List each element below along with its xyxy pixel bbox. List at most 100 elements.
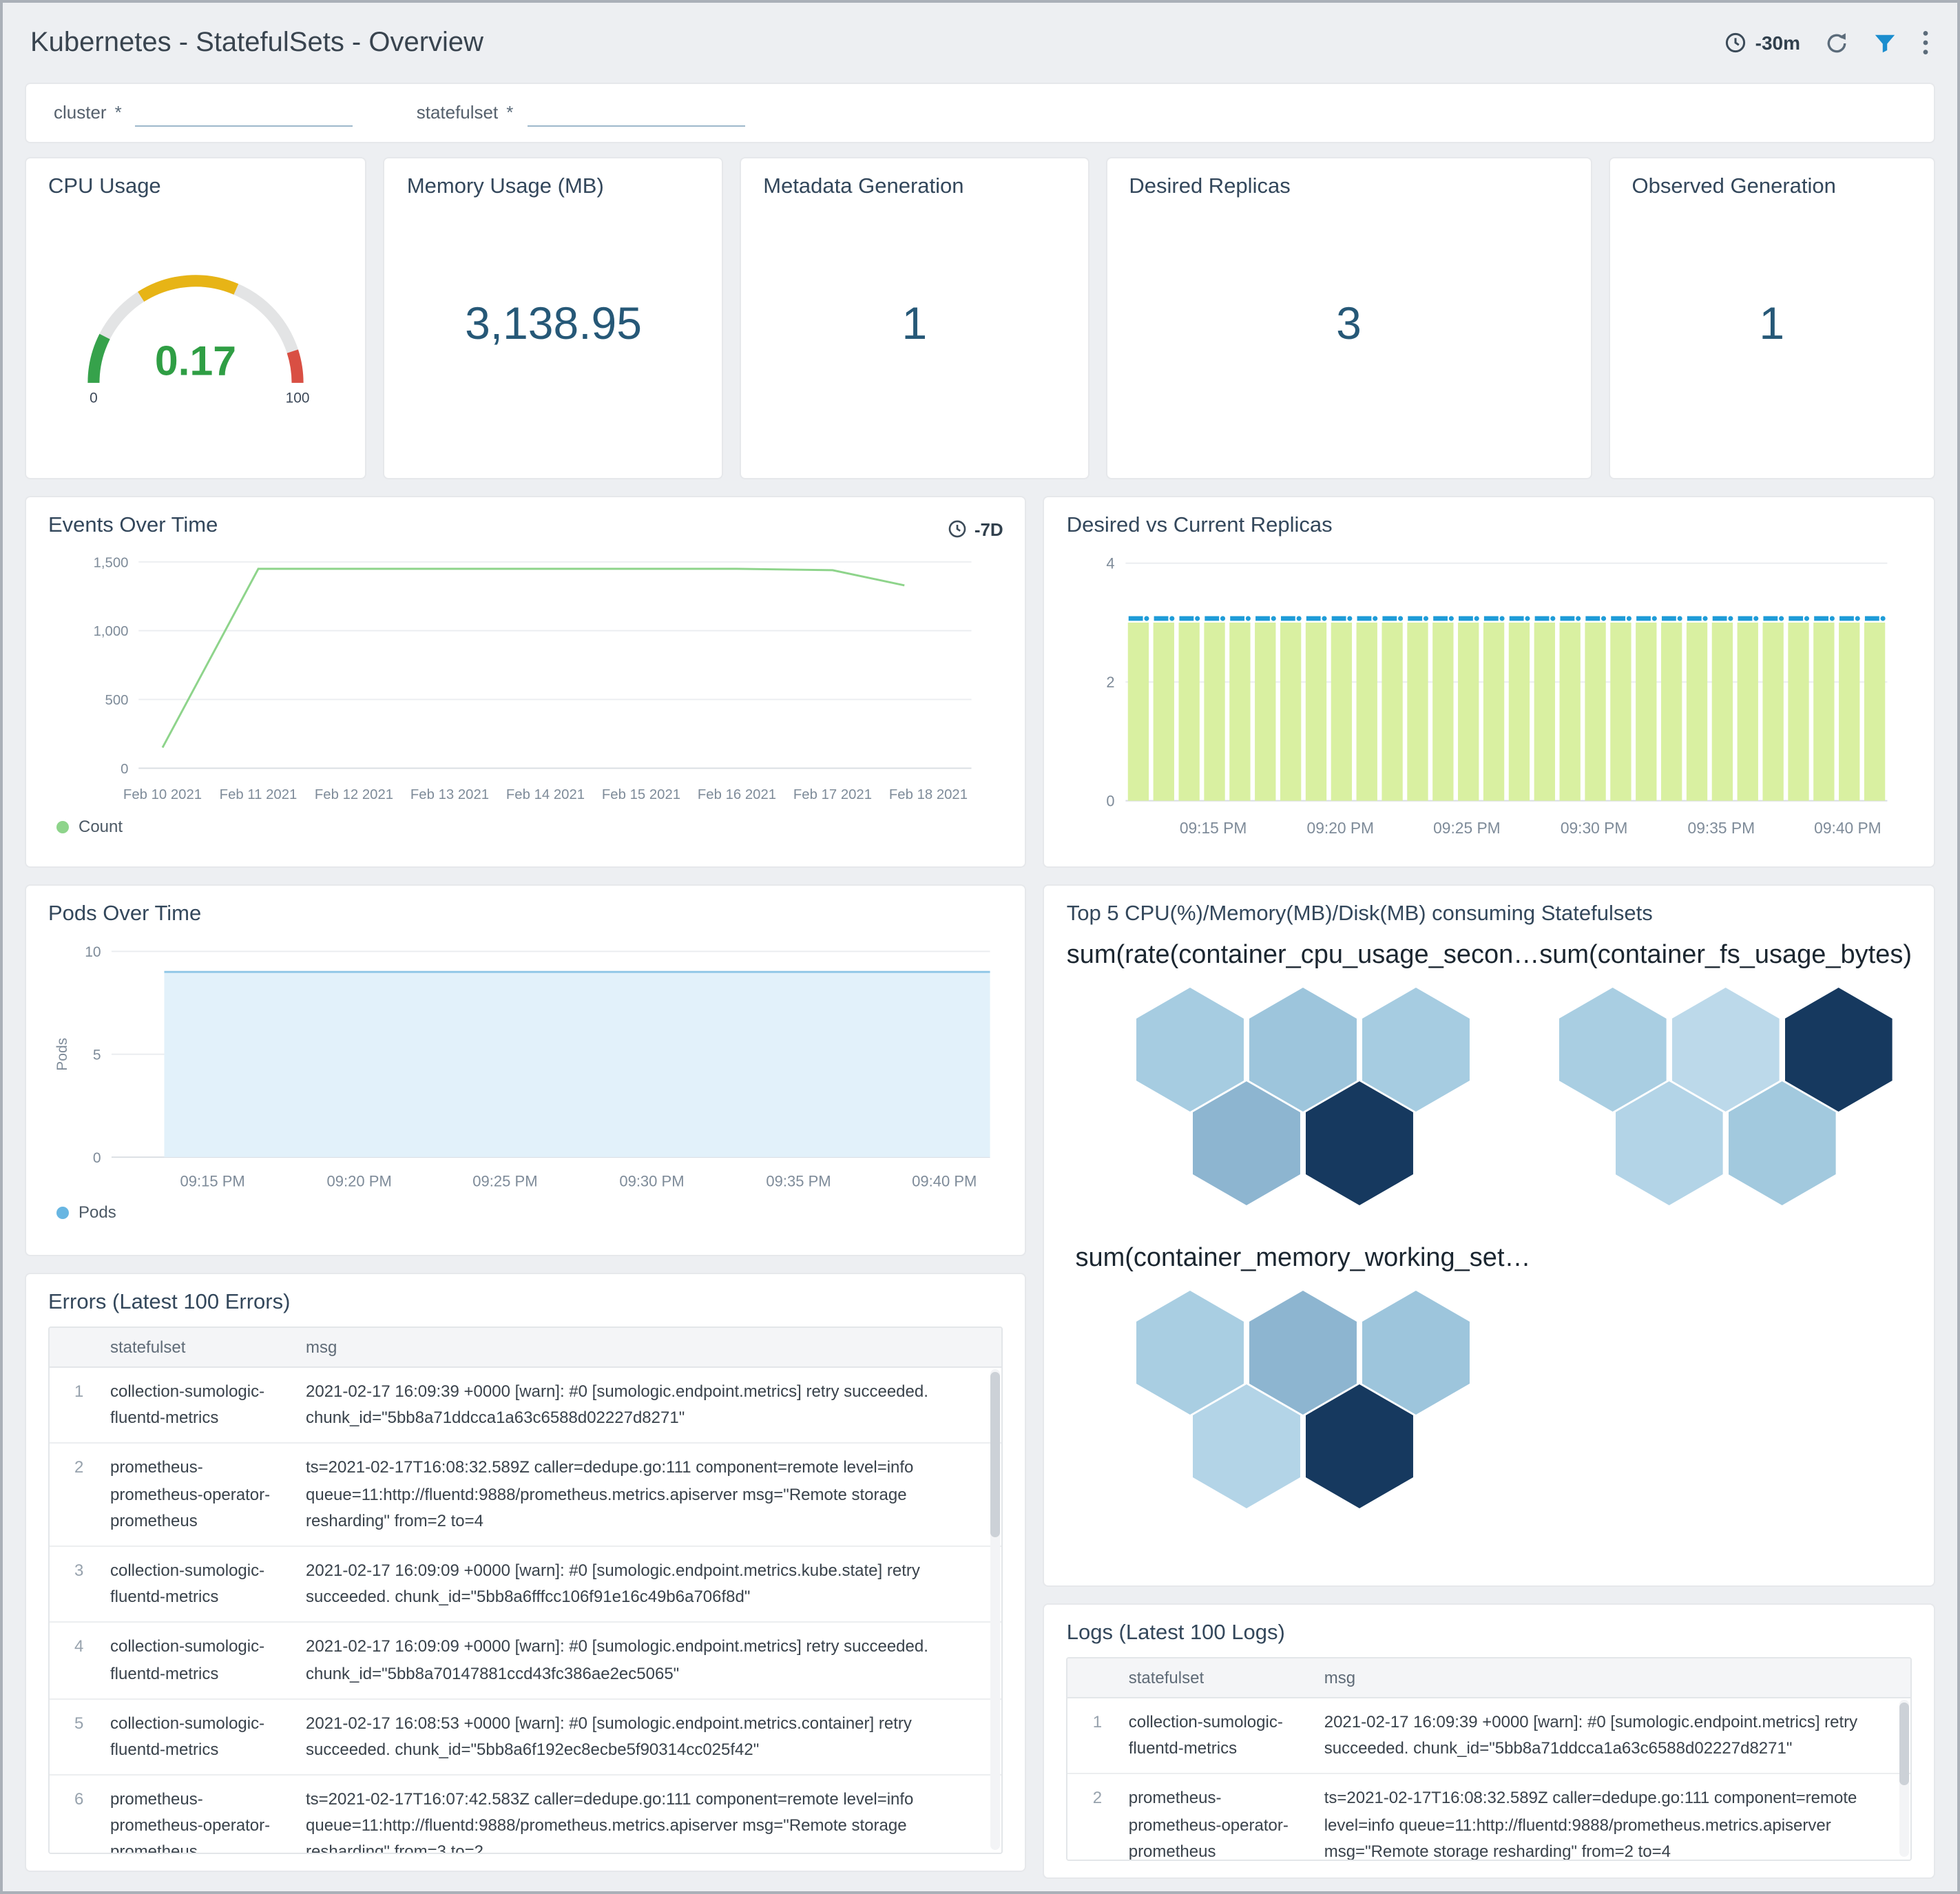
- msg-cell: 2021-02-17 16:09:09 +0000 [warn]: #0 [su…: [306, 1560, 920, 1607]
- row-number: 1: [74, 1382, 84, 1401]
- log-row[interactable]: 1 collection-sumologic-fluentd-metrics 202…: [1067, 1698, 1910, 1775]
- msg-cell: ts=2021-02-17T16:07:42.583Z caller=dedup…: [306, 1789, 914, 1854]
- row-number: 4: [74, 1636, 84, 1656]
- svg-text:09:20 PM: 09:20 PM: [1307, 819, 1375, 837]
- observed-generation-value: 1: [1759, 298, 1785, 348]
- memory-usage-value: 3,138.95: [465, 298, 642, 348]
- msg-cell: ts=2021-02-17T16:08:32.589Z caller=dedup…: [1324, 1788, 1857, 1861]
- pods-area-chart: 0 5 10 Pods 09:15 PM 09:20 PM 09:25 PM 09:30 PM…: [48, 933, 1003, 1200]
- error-row[interactable]: 4 collection-sumologic-fluentd-metrics 202…: [50, 1623, 1002, 1700]
- panel-top5-consuming-statefulsets[interactable]: Top 5 CPU(%)/Memory(MB)/Disk(MB) consumi…: [1043, 884, 1935, 1587]
- panel-title: Pods Over Time: [48, 902, 202, 926]
- svg-text:4: 4: [1107, 555, 1115, 572]
- honeycomb-grid: sum(rate(container_cpu_usage_secon… sum(…: [1067, 941, 1912, 1508]
- panel-title: Desired Replicas: [1129, 175, 1291, 198]
- kebab-menu-icon[interactable]: [1921, 29, 1930, 56]
- column-header-statefulset[interactable]: statefulset: [1129, 1658, 1324, 1697]
- error-row[interactable]: 6 prometheus-prometheus-operator-promethe…: [50, 1776, 1002, 1854]
- svg-text:Feb 15 2021: Feb 15 2021: [602, 787, 680, 802]
- statefulset-filter: statefulset *: [417, 99, 745, 127]
- error-row[interactable]: 2 prometheus-prometheus-operator-promethe…: [50, 1444, 1002, 1547]
- statefulset-cell: prometheus-prometheus-operator-prometheu…: [110, 1789, 271, 1854]
- time-range-control[interactable]: -30m: [1725, 32, 1800, 54]
- svg-text:09:15 PM: 09:15 PM: [1180, 819, 1248, 837]
- filter-icon[interactable]: [1873, 31, 1897, 54]
- logs-table: statefulset msg 1 collection-sumologic-fl…: [1066, 1657, 1912, 1861]
- svg-text:09:35 PM: 09:35 PM: [766, 1172, 831, 1189]
- panel-desired-vs-current-replicas[interactable]: Desired vs Current Replicas 0 2 4 09:15 PM 0…: [1043, 496, 1935, 868]
- panel-metadata-generation[interactable]: Metadata Generation 1: [740, 157, 1090, 479]
- panel-title: Metadata Generation: [763, 175, 964, 198]
- events-time-range-control[interactable]: -7D: [948, 519, 1003, 539]
- log-row[interactable]: 2 prometheus-prometheus-operator-promethe…: [1067, 1774, 1910, 1861]
- column-header-statefulset[interactable]: statefulset: [110, 1328, 306, 1366]
- row-number: 2: [1092, 1788, 1103, 1808]
- header-controls: -30m: [1725, 29, 1930, 56]
- error-row[interactable]: 1 collection-sumologic-fluentd-metrics 202…: [50, 1368, 1002, 1444]
- panel-errors[interactable]: Errors (Latest 100 Errors) statefulset m…: [25, 1273, 1027, 1872]
- replicas-bar-chart: 0 2 4 09:15 PM 09:20 PM 09:25 PM 09:30 PM 09:35…: [1067, 544, 1912, 850]
- error-row[interactable]: 3 collection-sumologic-fluentd-metrics 202…: [50, 1546, 1002, 1623]
- logs-table-body: 1 collection-sumologic-fluentd-metrics 202…: [1067, 1698, 1910, 1861]
- error-row[interactable]: 5 collection-sumologic-fluentd-metrics 202…: [50, 1699, 1002, 1776]
- events-time-range-label: -7D: [974, 519, 1003, 539]
- metadata-generation-value: 1: [901, 298, 928, 348]
- panel-desired-replicas[interactable]: Desired Replicas 3: [1105, 157, 1592, 479]
- svg-text:09:20 PM: 09:20 PM: [327, 1172, 392, 1189]
- panel-title: Events Over Time: [48, 514, 218, 537]
- svg-text:2: 2: [1107, 674, 1115, 691]
- page-title: Kubernetes - StatefulSets - Overview: [30, 27, 484, 57]
- stats-row: CPU Usage 0.17 0 100 Memory Usage (MB) 3,1…: [25, 157, 1935, 479]
- panel-cpu-usage[interactable]: CPU Usage 0.17 0 100: [25, 157, 367, 479]
- column-header-msg[interactable]: msg: [1324, 1658, 1910, 1697]
- time-range-label: -30m: [1755, 32, 1800, 54]
- panel-pods-over-time[interactable]: Pods Over Time 0 5 10 Pods 09:15 PM 09:20 PM 0…: [25, 884, 1027, 1256]
- pods-legend[interactable]: Pods: [48, 1203, 1003, 1222]
- errors-table: statefulset msg 1 collection-sumologic-fl…: [48, 1326, 1003, 1854]
- svg-text:0: 0: [1107, 793, 1115, 810]
- msg-cell: ts=2021-02-17T16:08:32.589Z caller=dedup…: [306, 1457, 914, 1530]
- honeycomb-label: sum(container_fs_usage_bytes): [1539, 941, 1912, 970]
- required-asterisk: *: [114, 102, 122, 123]
- clock-icon: [1726, 32, 1746, 53]
- honeycomb-cpu: sum(rate(container_cpu_usage_secon…: [1067, 941, 1539, 1205]
- svg-text:Feb 13 2021: Feb 13 2021: [410, 787, 489, 802]
- panel-memory-usage[interactable]: Memory Usage (MB) 3,138.95: [383, 157, 724, 479]
- honeycomb-fs-usage: sum(container_fs_usage_bytes): [1539, 941, 1912, 1205]
- panel-title: Top 5 CPU(%)/Memory(MB)/Disk(MB) consumi…: [1066, 902, 1653, 926]
- svg-text:500: 500: [105, 693, 129, 708]
- legend-label: Pods: [79, 1203, 116, 1222]
- statefulset-cell: collection-sumologic-fluentd-metrics: [1128, 1712, 1283, 1758]
- cluster-filter-input[interactable]: [135, 99, 353, 127]
- msg-cell: 2021-02-17 16:09:39 +0000 [warn]: #0 [su…: [306, 1382, 928, 1428]
- svg-text:0: 0: [93, 1150, 101, 1166]
- svg-text:0: 0: [90, 390, 98, 406]
- dashboard-content: CPU Usage 0.17 0 100 Memory Usage (MB) 3,1…: [3, 143, 1957, 1891]
- msg-cell: 2021-02-17 16:09:09 +0000 [warn]: #0 [su…: [306, 1636, 928, 1683]
- logs-scrollbar[interactable]: [1899, 1700, 1909, 1857]
- statefulset-cell: prometheus-prometheus-operator-prometheu…: [1128, 1788, 1289, 1861]
- errors-scrollbar[interactable]: [990, 1369, 1001, 1850]
- statefulset-filter-input[interactable]: [527, 99, 745, 127]
- svg-text:Feb 10 2021: Feb 10 2021: [123, 787, 202, 802]
- svg-text:1,000: 1,000: [94, 624, 129, 639]
- desired-replicas-value: 3: [1336, 298, 1362, 348]
- svg-text:09:25 PM: 09:25 PM: [472, 1172, 537, 1189]
- honeycomb-memory: sum(container_memory_working_set…: [1067, 1244, 1540, 1508]
- row-number: 6: [74, 1789, 84, 1809]
- svg-text:Feb 11 2021: Feb 11 2021: [220, 787, 298, 802]
- statefulset-filter-label: statefulset: [416, 102, 499, 123]
- statefulset-cell: collection-sumologic-fluentd-metrics: [110, 1636, 265, 1683]
- panel-events-over-time[interactable]: Events Over Time -7D 0 500 1,000 1,500 Feb 1…: [25, 496, 1027, 868]
- panel-logs[interactable]: Logs (Latest 100 Logs) statefulset msg 1…: [1043, 1603, 1935, 1879]
- svg-text:0.17: 0.17: [155, 337, 236, 384]
- statefulset-cell: collection-sumologic-fluentd-metrics: [110, 1560, 265, 1607]
- column-header-msg[interactable]: msg: [306, 1328, 1002, 1366]
- svg-text:Feb 16 2021: Feb 16 2021: [698, 787, 776, 802]
- panel-title: Observed Generation: [1631, 175, 1836, 198]
- panel-title: Errors (Latest 100 Errors): [48, 1291, 291, 1314]
- svg-text:1,500: 1,500: [94, 555, 129, 570]
- refresh-icon[interactable]: [1825, 31, 1848, 54]
- panel-observed-generation[interactable]: Observed Generation 1: [1608, 157, 1935, 479]
- events-legend[interactable]: Count: [48, 817, 1003, 836]
